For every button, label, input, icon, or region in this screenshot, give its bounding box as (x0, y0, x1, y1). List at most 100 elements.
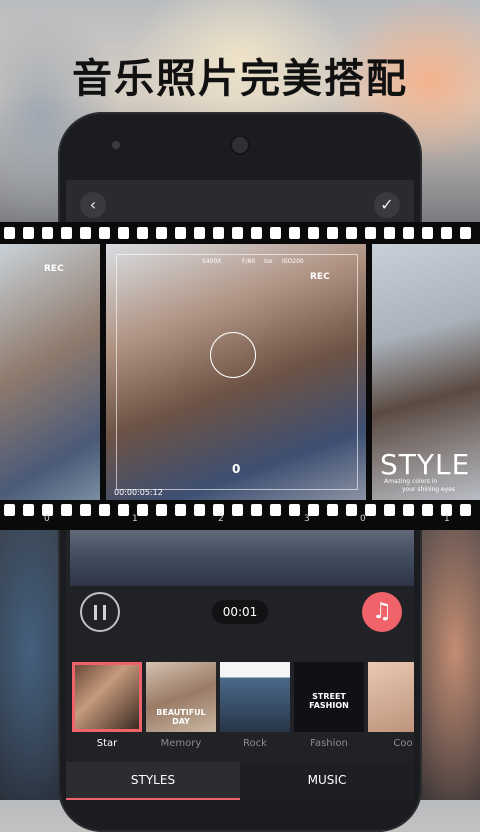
style-item-star[interactable]: Star (72, 662, 142, 749)
sprocket-hole (232, 504, 243, 516)
sprocket-hole (194, 227, 205, 239)
style-subtitle: Amazing colors in your shining eyes (384, 478, 455, 494)
style-item-memory[interactable]: BEAUTIFUL DAY Memory (146, 662, 216, 749)
sprocket-hole (365, 504, 376, 516)
sprocket-hole (346, 504, 357, 516)
sprocket-hole (270, 504, 281, 516)
sprocket-hole (460, 504, 471, 516)
film-sprocket-band (0, 222, 480, 244)
sprocket-hole (384, 504, 395, 516)
film-frame-number: 3 (304, 514, 310, 524)
pause-icon (103, 605, 106, 620)
styles-list: Star BEAUTIFUL DAY Memory Rock STREET FA… (70, 662, 414, 752)
sprocket-hole (175, 504, 186, 516)
hud-readout: F/60 (242, 258, 256, 265)
film-frame-number: 1 (132, 514, 138, 524)
top-bar: ‹ ✓ (66, 180, 414, 224)
film-frame-number: 0 (44, 514, 50, 524)
exposure-zero: 0 (232, 462, 241, 476)
sprocket-hole (118, 227, 129, 239)
sprocket-hole (289, 504, 300, 516)
sprocket-hole (156, 504, 167, 516)
sprocket-hole (403, 227, 414, 239)
style-thumbnail (220, 662, 290, 732)
focus-circle (210, 332, 256, 378)
style-label: Rock (243, 738, 267, 749)
sprocket-hole (308, 227, 319, 239)
sprocket-hole (80, 504, 91, 516)
sprocket-hole (346, 227, 357, 239)
sprocket-hole (42, 227, 53, 239)
sprocket-hole (289, 227, 300, 239)
sprocket-hole (270, 227, 281, 239)
hud-readout: ISO200 (282, 258, 304, 265)
style-thumbnail (72, 662, 142, 732)
style-thumbnail (368, 662, 414, 732)
playback-time: 00:01 (212, 600, 268, 624)
sprocket-hole (327, 504, 338, 516)
style-item-rock[interactable]: Rock (220, 662, 290, 749)
sprocket-hole (422, 504, 433, 516)
sprocket-hole (422, 227, 433, 239)
style-subtitle-line: Amazing colors in (384, 478, 438, 485)
sprocket-hole (441, 227, 452, 239)
sprocket-hole (365, 227, 376, 239)
sprocket-hole (4, 504, 15, 516)
timecode: 00:00:05:12 (114, 488, 163, 497)
hud-readout: S400X (202, 258, 222, 265)
sprocket-hole (80, 227, 91, 239)
sprocket-hole (460, 227, 471, 239)
confirm-button[interactable]: ✓ (374, 192, 400, 218)
phone-camera (232, 137, 248, 153)
music-note-icon: ♫ (372, 599, 392, 624)
sprocket-hole (23, 504, 34, 516)
check-icon: ✓ (380, 195, 394, 214)
bottom-tabs: STYLES MUSIC (66, 762, 414, 800)
thumbnail-caption: BEAUTIFUL DAY (156, 708, 206, 726)
sprocket-hole (61, 227, 72, 239)
style-item-fashion[interactable]: STREET FASHION Fashion (294, 662, 364, 749)
sprocket-hole (118, 504, 129, 516)
music-button[interactable]: ♫ (362, 592, 402, 632)
style-label: Memory (160, 738, 202, 749)
style-label: Coo (393, 738, 413, 749)
pause-icon (94, 605, 97, 620)
sprocket-hole (99, 504, 110, 516)
thumbnail-caption: STREET FASHION (309, 692, 349, 710)
sprocket-hole (156, 227, 167, 239)
film-frame-photo: REC S400X F/60 Iso ISO200 0 00:00:05:12 (106, 244, 366, 500)
pause-button[interactable] (80, 592, 120, 632)
sprocket-hole (232, 227, 243, 239)
sprocket-hole (384, 227, 395, 239)
style-subtitle-line: your shining eyes (402, 486, 456, 493)
sprocket-hole (251, 227, 262, 239)
sprocket-hole (61, 504, 72, 516)
film-frame-number: 1 (444, 514, 450, 524)
sprocket-hole (23, 227, 34, 239)
phone-sensor (112, 141, 120, 149)
sprocket-hole (4, 227, 15, 239)
style-thumbnail: BEAUTIFUL DAY (146, 662, 216, 732)
style-label: Fashion (310, 738, 348, 749)
tab-styles[interactable]: STYLES (66, 762, 240, 800)
sprocket-hole (99, 227, 110, 239)
promo-headline: 音乐照片完美搭配 (72, 56, 408, 102)
tab-music[interactable]: MUSIC (240, 762, 414, 800)
film-sprocket-band (0, 500, 480, 530)
sprocket-hole (137, 227, 148, 239)
style-thumbnail: STREET FASHION (294, 662, 364, 732)
film-strip: REC REC S400X F/60 Iso ISO200 0 00:00:05… (0, 222, 480, 530)
back-icon: ‹ (89, 195, 97, 214)
film-frame-number: 0 (360, 514, 366, 524)
sprocket-hole (194, 504, 205, 516)
rec-label: REC (44, 264, 64, 274)
style-label: Star (96, 738, 118, 749)
film-frame-photo: STYLE Amazing colors in your shining eye… (372, 244, 480, 500)
sprocket-hole (137, 504, 148, 516)
style-item-coo[interactable]: Coo (368, 662, 414, 749)
film-frame-photo: REC (0, 244, 100, 500)
film-frame-number: 2 (218, 514, 224, 524)
sprocket-hole (327, 227, 338, 239)
style-title: STYLE (380, 448, 471, 481)
back-button[interactable]: ‹ (80, 192, 106, 218)
